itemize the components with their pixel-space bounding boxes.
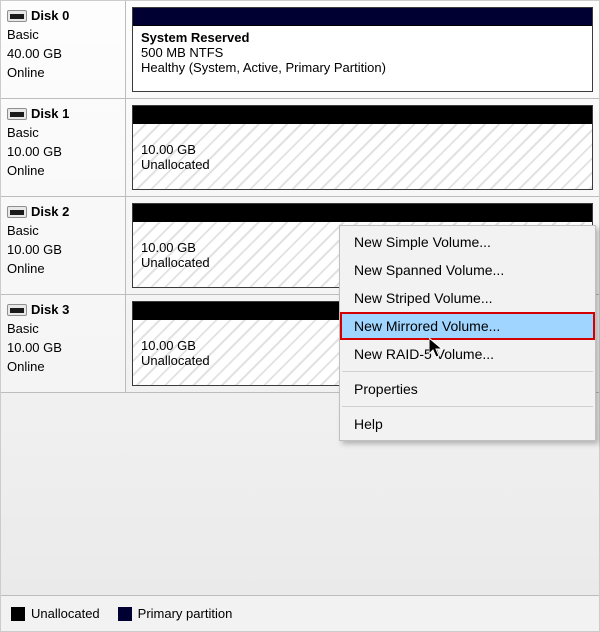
unallocated-size: 10.00 GB bbox=[141, 142, 584, 157]
disk-info-2: Disk 2 Basic 10.00 GB Online bbox=[1, 197, 126, 294]
disk-info-0: Disk 0 Basic 40.00 GB Online bbox=[1, 1, 126, 98]
legend-unallocated: Unallocated bbox=[11, 606, 100, 621]
disk-name: Disk 0 bbox=[31, 7, 69, 26]
disk-status: Online bbox=[7, 358, 117, 377]
volume-system-reserved[interactable]: System Reserved 500 MB NTFS Healthy (Sys… bbox=[132, 7, 593, 92]
disk-icon bbox=[7, 108, 27, 120]
disk-type: Basic bbox=[7, 124, 117, 143]
volume-details: 500 MB NTFS bbox=[141, 45, 584, 60]
swatch-primary-icon bbox=[118, 607, 132, 621]
menu-new-striped-volume[interactable]: New Striped Volume... bbox=[340, 284, 595, 312]
disk-size: 10.00 GB bbox=[7, 241, 117, 260]
disk-type: Basic bbox=[7, 222, 117, 241]
menu-separator bbox=[342, 406, 593, 407]
disk-row-1: Disk 1 Basic 10.00 GB Online 10.00 GB Un… bbox=[1, 99, 599, 197]
disk-icon bbox=[7, 304, 27, 316]
menu-new-raid5-volume[interactable]: New RAID-5 Volume... bbox=[340, 340, 595, 368]
menu-new-spanned-volume[interactable]: New Spanned Volume... bbox=[340, 256, 595, 284]
disk-status: Online bbox=[7, 64, 117, 83]
unallocated-label: Unallocated bbox=[141, 157, 584, 172]
disk-body-0: System Reserved 500 MB NTFS Healthy (Sys… bbox=[126, 1, 599, 98]
legend-unallocated-label: Unallocated bbox=[31, 606, 100, 621]
disk-size: 40.00 GB bbox=[7, 45, 117, 64]
volume-header-unallocated bbox=[133, 106, 592, 124]
volume-header-unallocated bbox=[133, 204, 592, 222]
disk-info-3: Disk 3 Basic 10.00 GB Online bbox=[1, 295, 126, 392]
menu-properties[interactable]: Properties bbox=[340, 375, 595, 403]
disk-type: Basic bbox=[7, 320, 117, 339]
volume-status: Healthy (System, Active, Primary Partiti… bbox=[141, 60, 584, 75]
disk-status: Online bbox=[7, 162, 117, 181]
disk-name: Disk 2 bbox=[31, 203, 69, 222]
disk-body-1: 10.00 GB Unallocated bbox=[126, 99, 599, 196]
menu-help[interactable]: Help bbox=[340, 410, 595, 438]
swatch-unallocated-icon bbox=[11, 607, 25, 621]
menu-new-simple-volume[interactable]: New Simple Volume... bbox=[340, 228, 595, 256]
disk-status: Online bbox=[7, 260, 117, 279]
volume-header-primary bbox=[133, 8, 592, 26]
disk-type: Basic bbox=[7, 26, 117, 45]
disk-info-1: Disk 1 Basic 10.00 GB Online bbox=[1, 99, 126, 196]
legend: Unallocated Primary partition bbox=[1, 595, 599, 631]
disk-icon bbox=[7, 10, 27, 22]
legend-primary-partition: Primary partition bbox=[118, 606, 233, 621]
volume-unallocated-1[interactable]: 10.00 GB Unallocated bbox=[132, 105, 593, 190]
menu-separator bbox=[342, 371, 593, 372]
context-menu: New Simple Volume... New Spanned Volume.… bbox=[339, 225, 596, 441]
volume-title: System Reserved bbox=[141, 30, 249, 45]
legend-primary-label: Primary partition bbox=[138, 606, 233, 621]
disk-icon bbox=[7, 206, 27, 218]
disk-name: Disk 3 bbox=[31, 301, 69, 320]
menu-new-mirrored-volume[interactable]: New Mirrored Volume... bbox=[340, 312, 595, 340]
disk-name: Disk 1 bbox=[31, 105, 69, 124]
disk-size: 10.00 GB bbox=[7, 339, 117, 358]
disk-size: 10.00 GB bbox=[7, 143, 117, 162]
disk-row-0: Disk 0 Basic 40.00 GB Online System Rese… bbox=[1, 1, 599, 99]
